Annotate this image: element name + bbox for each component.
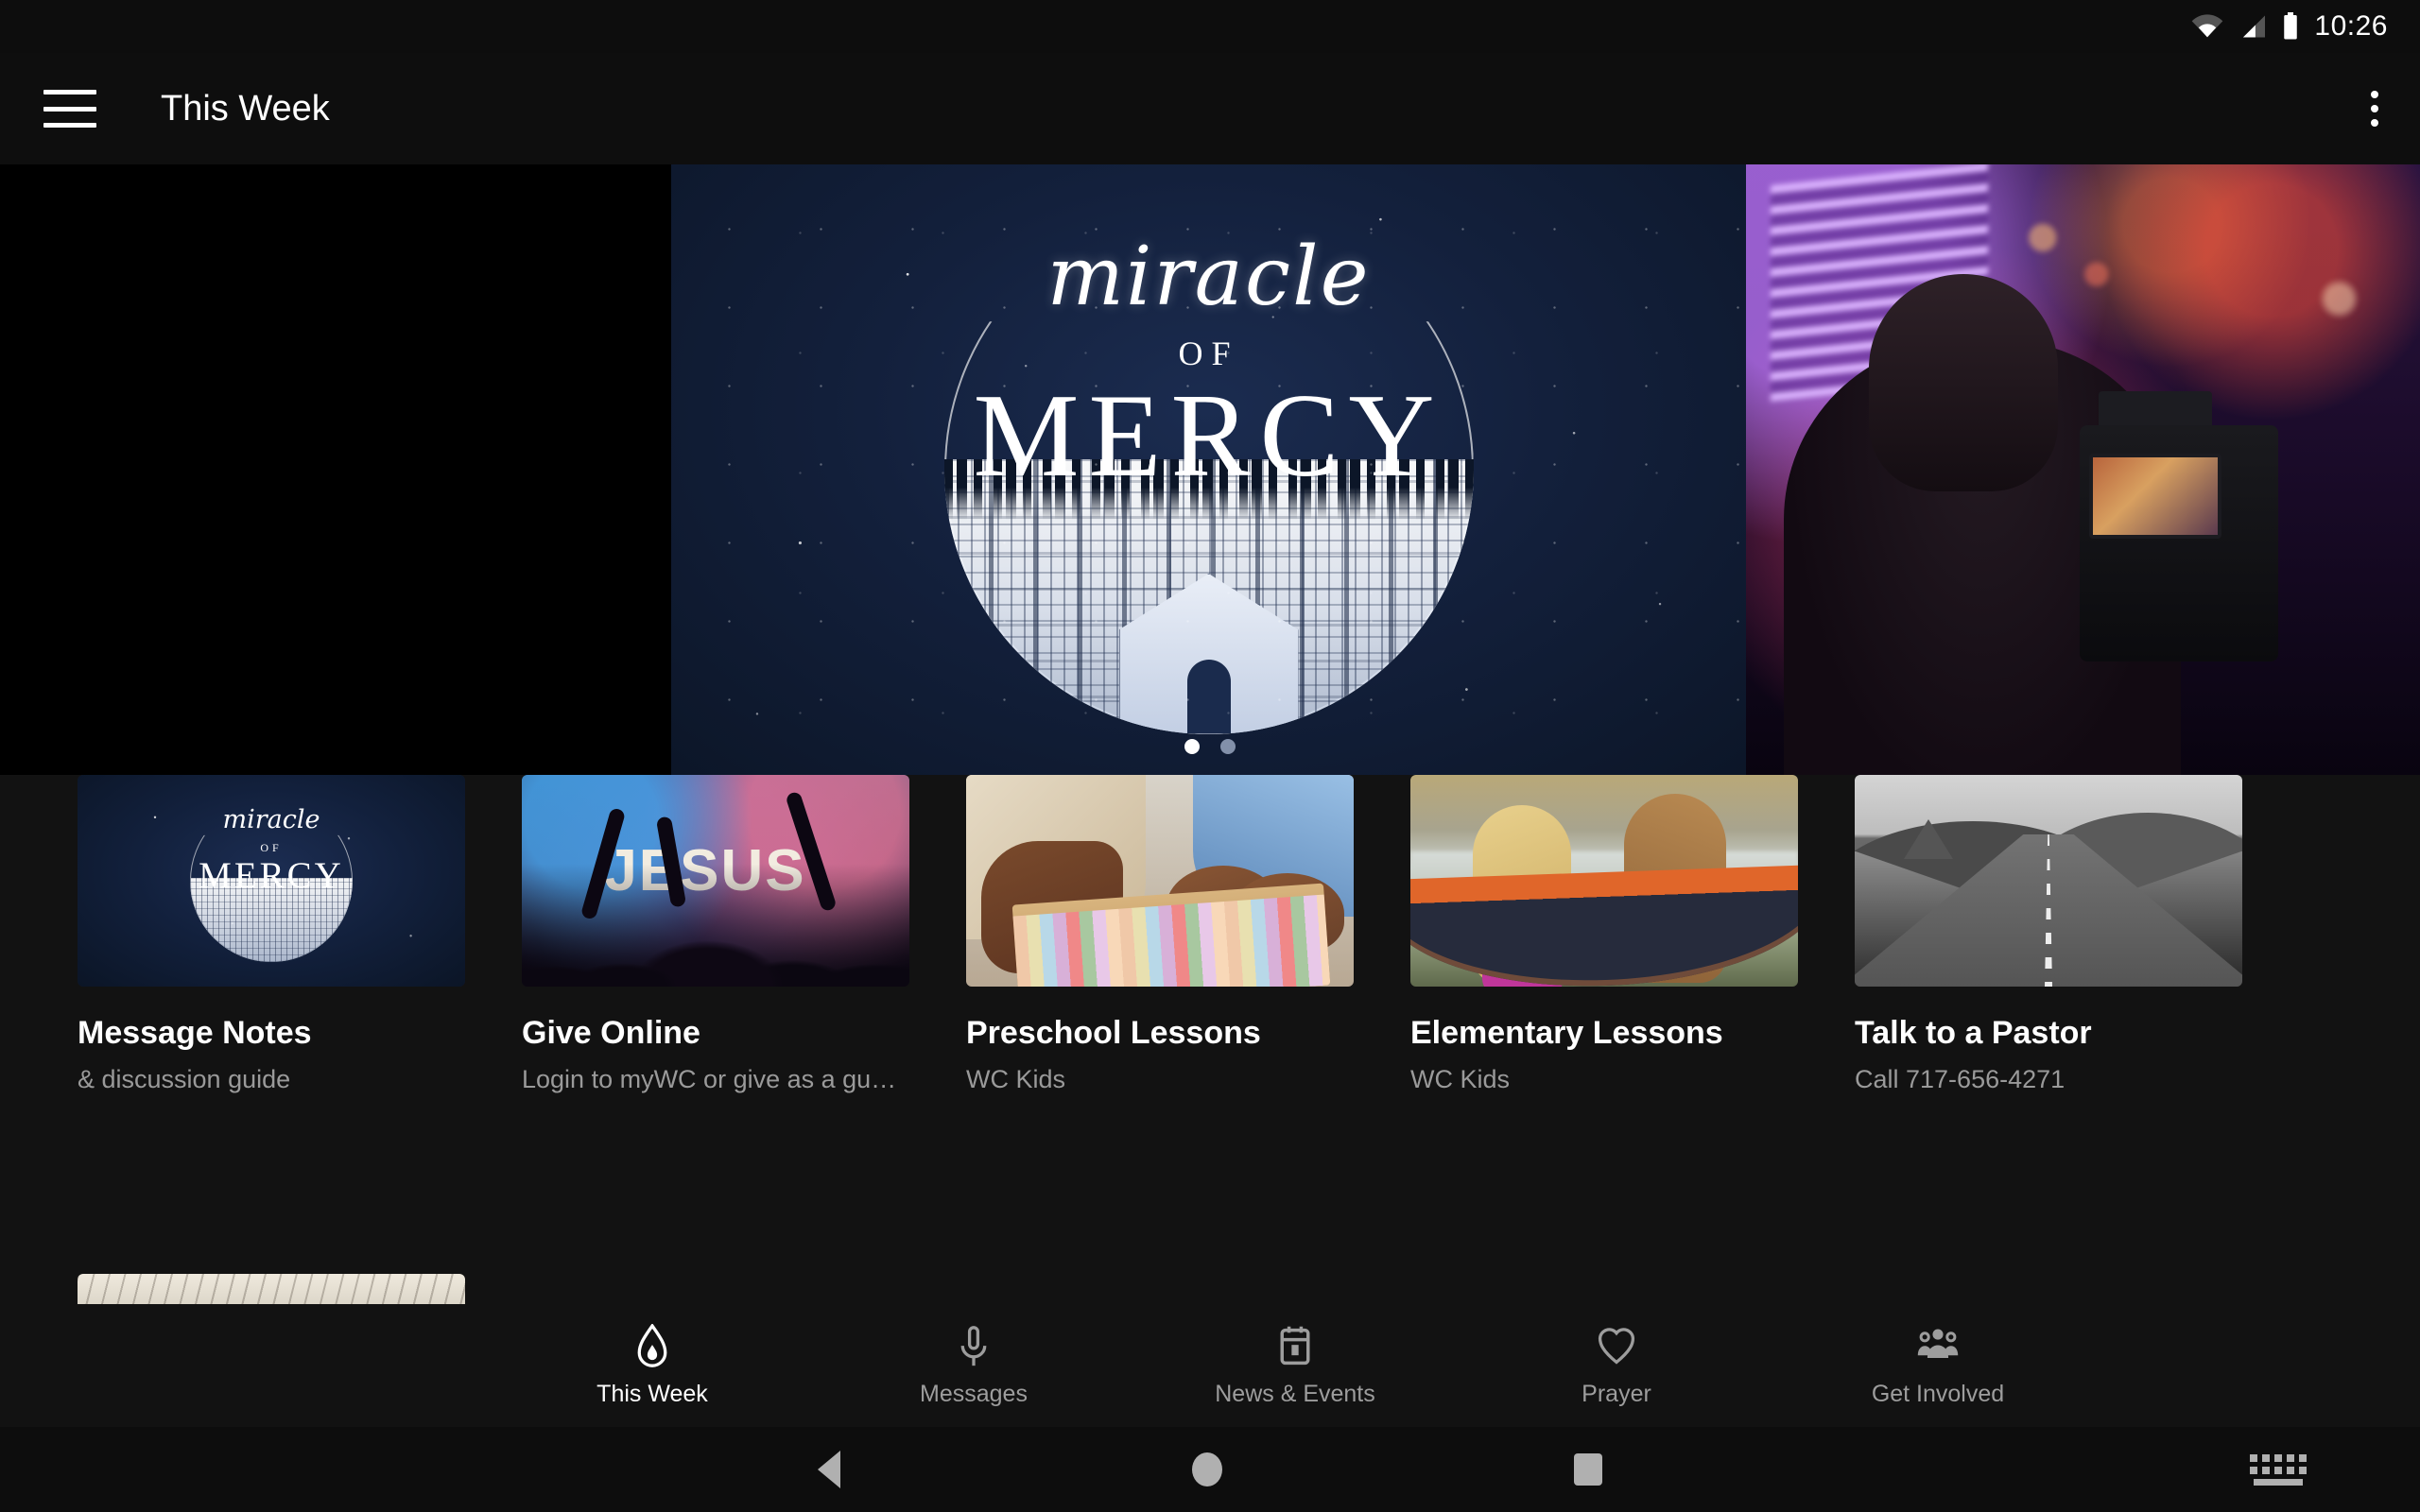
carousel-dot-2[interactable]	[1220, 739, 1236, 754]
bottom-tab-bar: This Week Messages News & Events Prayer …	[0, 1304, 2420, 1427]
tab-label: News & Events	[1215, 1380, 1375, 1407]
miracle-of-mercy-thumb[interactable]: miracle OF MERCY	[78, 775, 465, 987]
carousel-pagination[interactable]	[0, 739, 2420, 754]
card-subtitle: WC Kids	[1410, 1065, 1511, 1093]
card-title: Talk to a Pastor	[1855, 1015, 2092, 1051]
tab-this-week[interactable]: This Week	[492, 1323, 813, 1408]
stage-photo	[1746, 164, 2420, 775]
card-subtitle: WC Kids	[966, 1065, 1066, 1093]
app-screen: 10:26 This Week miracle OF MERCY miracle…	[0, 0, 2420, 1512]
tab-prayer[interactable]: Prayer	[1456, 1324, 1777, 1408]
hamburger-menu-icon[interactable]	[43, 90, 96, 128]
carousel-dot-1[interactable]	[1184, 739, 1200, 754]
calendar-icon	[1274, 1324, 1316, 1369]
card-subtitle: Call 717-656-4271	[1855, 1065, 2066, 1093]
kids-chalk-thumb[interactable]	[966, 775, 1354, 987]
card-elementary-lessons[interactable]: Elementary Lessons WC Kids	[1410, 775, 1798, 1224]
hammock-girls-thumb[interactable]	[1410, 775, 1798, 987]
card-subtitle: & discussion guide	[78, 1065, 291, 1093]
status-bar: 10:26	[0, 0, 2420, 53]
card-title: Give Online	[522, 1015, 700, 1051]
flame-icon	[631, 1323, 673, 1369]
status-bar-clock: 10:26	[2314, 10, 2388, 42]
tab-label: Messages	[920, 1380, 1028, 1407]
app-bar: This Week	[0, 53, 2420, 164]
tab-news-and-events[interactable]: News & Events	[1134, 1324, 1456, 1408]
card-give-online[interactable]: JESUS Give Online Login to myWC or give …	[522, 775, 909, 1224]
open-road-bw-thumb[interactable]	[1855, 775, 2242, 987]
page-title: This Week	[161, 88, 330, 129]
card-title: Elementary Lessons	[1410, 1015, 1723, 1051]
hero-slide-miracle-of-mercy[interactable]: miracle OF MERCY	[671, 164, 1746, 775]
keyboard-icon[interactable]	[2250, 1453, 2307, 1486]
more-vertical-icon[interactable]	[2371, 91, 2378, 127]
card-row: miracle OF MERCY Message Notes & discuss…	[0, 775, 2420, 1224]
hero-main-word: MERCY	[973, 370, 1444, 502]
hero-script-word: miracle	[1046, 230, 1371, 324]
cellular-signal-icon	[2238, 14, 2267, 39]
hero-slide-worship-camera[interactable]	[1746, 164, 2420, 775]
card-preschool-lessons[interactable]: Preschool Lessons WC Kids	[966, 775, 1354, 1224]
heart-icon	[1596, 1324, 1637, 1369]
tab-label: Get Involved	[1871, 1380, 2005, 1407]
hero-slide-previous[interactable]	[0, 164, 671, 775]
card-subtitle: Login to myWC or give as a gu…	[522, 1065, 897, 1093]
card-title: Preschool Lessons	[966, 1015, 1261, 1051]
home-circle-icon[interactable]	[1192, 1452, 1222, 1486]
card-talk-to-a-pastor[interactable]: Talk to a Pastor Call 717-656-4271	[1855, 775, 2242, 1224]
card-message-notes[interactable]: miracle OF MERCY Message Notes & discuss…	[78, 775, 465, 1224]
tab-label: Prayer	[1582, 1380, 1651, 1407]
android-system-nav	[0, 1427, 2420, 1512]
recents-square-icon[interactable]	[1574, 1453, 1602, 1486]
people-group-icon	[1915, 1324, 1961, 1369]
miracle-of-mercy-emblem: miracle OF MERCY	[943, 205, 1474, 734]
microphone-icon	[953, 1324, 994, 1369]
card-title: Message Notes	[78, 1015, 312, 1051]
jesus-worship-thumb[interactable]: JESUS	[522, 775, 909, 987]
back-triangle-icon[interactable]	[818, 1451, 840, 1488]
wifi-icon	[2191, 14, 2223, 39]
hero-carousel[interactable]: miracle OF MERCY	[0, 164, 2420, 775]
tab-label: This Week	[596, 1380, 708, 1407]
tab-messages[interactable]: Messages	[813, 1324, 1134, 1408]
night-sky-background: miracle OF MERCY	[671, 164, 1746, 775]
tab-get-involved[interactable]: Get Involved	[1777, 1324, 2099, 1408]
hero-of-word: OF	[1178, 335, 1239, 372]
battery-icon	[2282, 12, 2299, 41]
